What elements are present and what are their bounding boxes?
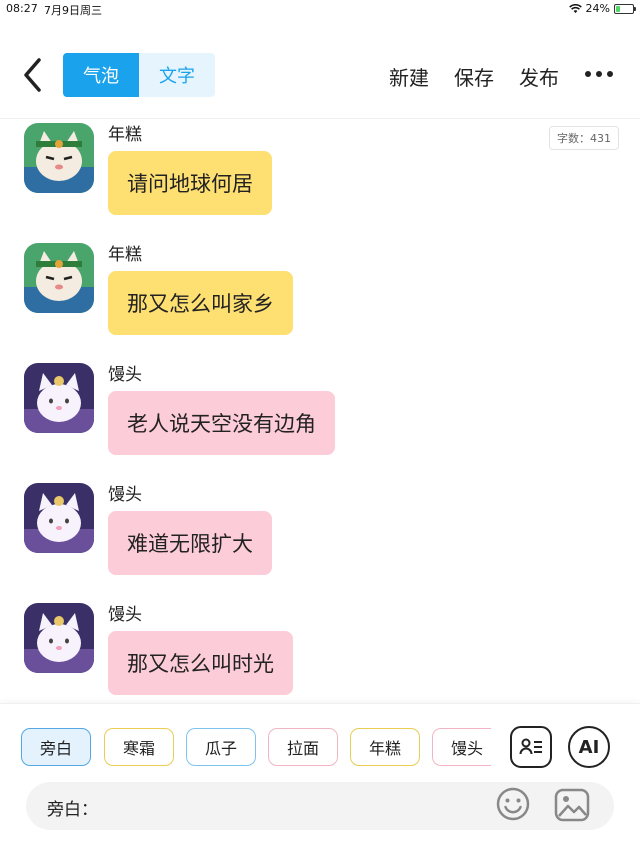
- character-chip-row: 旁白 寒霜 瓜子 拉面 年糕 馒头: [21, 728, 491, 768]
- message-bubble[interactable]: 那又怎么叫时光: [108, 631, 293, 695]
- status-right: 24%: [568, 2, 636, 15]
- message-row: 馒头 难道无限扩大: [0, 480, 640, 590]
- sender-name: 馒头: [108, 485, 142, 505]
- tab-bubble[interactable]: 气泡: [63, 53, 139, 97]
- battery-text: 24%: [585, 2, 610, 15]
- more-icon[interactable]: [585, 68, 613, 80]
- battery-icon: [614, 3, 636, 14]
- mode-switch: 气泡 文字: [63, 53, 215, 97]
- avatar-green-cat[interactable]: [24, 243, 94, 313]
- message-row: 馒头 老人说天空没有边角: [0, 360, 640, 470]
- character-chip[interactable]: 寒霜: [104, 728, 174, 766]
- emoji-icon[interactable]: [495, 786, 531, 822]
- message-row: 年糕 请问地球何居: [0, 120, 640, 230]
- message-bubble[interactable]: 难道无限扩大: [108, 511, 272, 575]
- avatar-purple-cat[interactable]: [24, 603, 94, 673]
- nav-bar: 气泡 文字 新建 保存 发布: [0, 40, 640, 110]
- avatar-green-cat[interactable]: [24, 123, 94, 193]
- message-bubble[interactable]: 老人说天空没有边角: [108, 391, 335, 455]
- tab-text[interactable]: 文字: [139, 53, 215, 97]
- sender-name: 馒头: [108, 365, 142, 385]
- status-time: 08:27: [6, 2, 38, 15]
- sender-name: 馒头: [108, 605, 142, 625]
- character-chip[interactable]: 年糕: [350, 728, 420, 766]
- new-button[interactable]: 新建: [389, 62, 429, 91]
- battery-fill: [616, 5, 620, 12]
- sender-name: 年糕: [108, 245, 142, 265]
- bottom-panel: 旁白 寒霜 瓜子 拉面 年糕 馒头 AI 旁白：: [0, 703, 640, 853]
- input-speaker-label: 旁白：: [47, 800, 98, 820]
- publish-button[interactable]: 发布: [519, 62, 559, 91]
- sender-name: 年糕: [108, 125, 142, 145]
- save-button[interactable]: 保存: [454, 62, 494, 91]
- input-bar: 旁白：: [26, 782, 614, 830]
- ai-button[interactable]: AI: [568, 726, 610, 768]
- status-bar: 08:27 7月9日周三 24%: [0, 0, 640, 18]
- contact-card-icon[interactable]: [510, 726, 552, 768]
- message-row: 年糕 那又怎么叫家乡: [0, 240, 640, 350]
- character-chip[interactable]: 拉面: [268, 728, 338, 766]
- character-chip[interactable]: 瓜子: [186, 728, 256, 766]
- header-divider: [0, 118, 640, 119]
- message-row: 馒头 那又怎么叫时光: [0, 600, 640, 710]
- wifi-icon: [568, 3, 582, 13]
- avatar-purple-cat[interactable]: [24, 363, 94, 433]
- message-input[interactable]: [101, 790, 491, 822]
- message-bubble[interactable]: 那又怎么叫家乡: [108, 271, 293, 335]
- image-icon[interactable]: [553, 786, 591, 824]
- character-chip[interactable]: 馒头: [432, 728, 491, 766]
- avatar-purple-cat[interactable]: [24, 483, 94, 553]
- character-chip-narrator[interactable]: 旁白: [21, 728, 91, 766]
- status-date: 7月9日周三: [44, 4, 102, 17]
- message-bubble[interactable]: 请问地球何居: [108, 151, 272, 215]
- back-icon[interactable]: [18, 56, 48, 94]
